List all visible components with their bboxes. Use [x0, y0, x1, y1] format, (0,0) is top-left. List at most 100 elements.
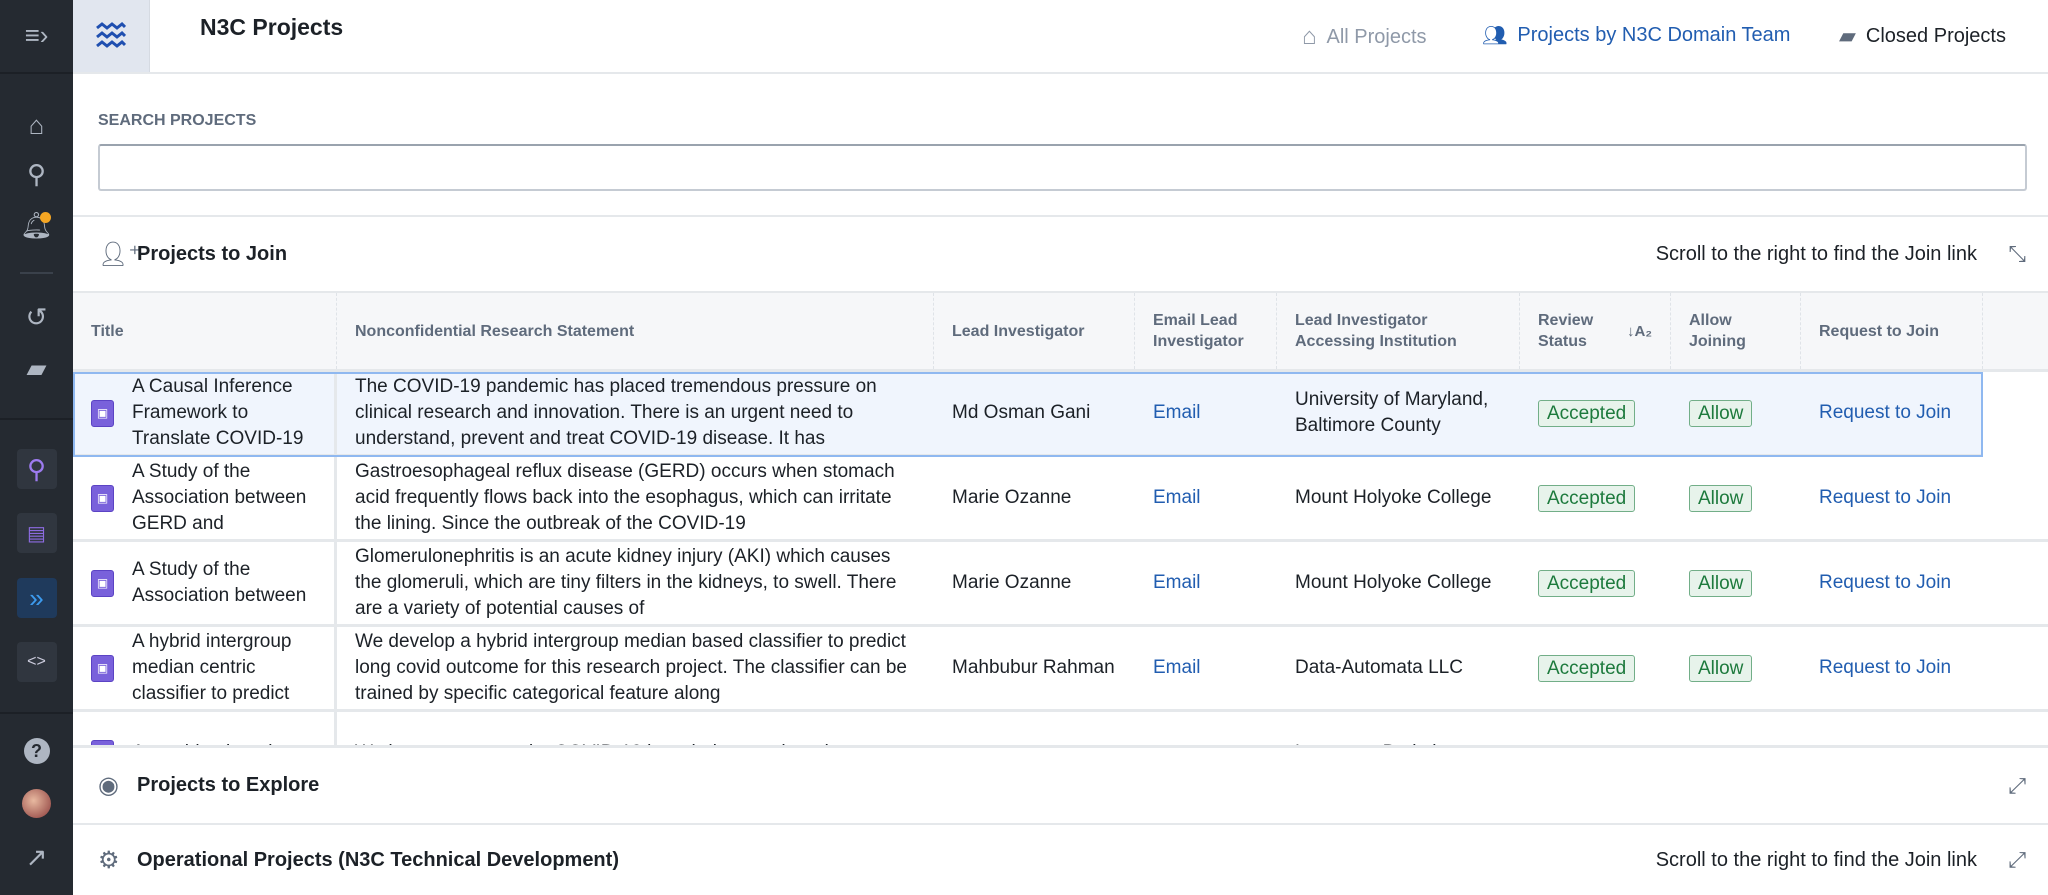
- status-cell: Accepted: [1520, 542, 1671, 624]
- page-title: N3C Projects: [200, 14, 344, 40]
- email-link[interactable]: Email: [1135, 542, 1277, 624]
- col-review-status[interactable]: Review Status ↓A₂: [1520, 293, 1671, 369]
- table-row[interactable]: ▣ A Study of the Association between GERD…: [73, 457, 2048, 542]
- sort-az-icon[interactable]: ↓A₂: [1627, 321, 1652, 342]
- table-row[interactable]: ▣ A Study of the Association between Glom…: [73, 542, 2048, 627]
- allow-badge: Allow: [1689, 399, 1753, 427]
- nav-closed-projects[interactable]: ▰ Closed Projects: [1839, 23, 2006, 49]
- section-title: Projects to Join: [137, 242, 288, 265]
- search-icon[interactable]: ⚲: [0, 159, 73, 189]
- email-link[interactable]: [1135, 712, 1277, 745]
- request-to-join-link[interactable]: Request to Join: [1801, 542, 1983, 624]
- title-cell[interactable]: ▣ A Study of the Association between GERD…: [73, 457, 337, 539]
- allow-cell: [1671, 712, 1801, 745]
- folder-icon[interactable]: ▰: [0, 353, 73, 383]
- email-link[interactable]: Email: [1135, 372, 1277, 454]
- institution-cell: Data-Automata LLC: [1295, 657, 1463, 678]
- request-to-join-link[interactable]: Request to Join: [1801, 627, 1983, 709]
- home-icon: ⌂: [1302, 23, 1317, 50]
- projects-to-join-header: 👤︎⁺ Projects to Join Scroll to the right…: [73, 215, 2048, 291]
- open-external-arrow-icon[interactable]: ↗: [0, 842, 73, 872]
- project-icon: ▣: [91, 569, 114, 597]
- gear-icon: ⚙: [98, 846, 120, 874]
- table-header: Title Nonconfidential Research Statement…: [73, 293, 2048, 372]
- lead-cell: Marie Ozanne: [952, 487, 1072, 508]
- folder-icon: ▰: [1839, 23, 1856, 48]
- institution-cell: Mount Holyoke College: [1295, 572, 1492, 593]
- table-row[interactable]: ▣ A hybrid intergroup median centric clas…: [73, 627, 2048, 712]
- app-layout-icon[interactable]: ▤: [0, 513, 73, 553]
- home-icon[interactable]: ⌂: [0, 110, 73, 140]
- user-avatar[interactable]: [0, 788, 73, 818]
- table-row[interactable]: ▣ A Causal Inference Framework to Transla…: [73, 372, 1983, 457]
- title-cell[interactable]: ▣ A Causal Inference Framework to Transla…: [73, 372, 337, 454]
- lead-cell: [934, 712, 1135, 745]
- request-to-join-link[interactable]: Request to Join: [1801, 457, 1983, 539]
- allow-cell: Allow: [1671, 457, 1801, 539]
- history-icon[interactable]: ↺: [0, 302, 73, 332]
- add-person-icon: 👤︎⁺: [98, 240, 142, 268]
- col-request[interactable]: Request to Join: [1801, 293, 1983, 369]
- title-cell[interactable]: ▣ A hybrid intergroup median centric clas…: [73, 627, 337, 709]
- people-icon: 👥︎: [1482, 25, 1508, 47]
- nav-all-projects[interactable]: ⌂ All Projects: [1302, 23, 1427, 51]
- statement-cell: The COVID-19 pandemic has placed tremend…: [355, 376, 877, 449]
- lead-cell: Md Osman Gani: [952, 402, 1091, 423]
- col-email[interactable]: Email Lead Investigator: [1135, 293, 1277, 369]
- title-cell[interactable]: ▣ A Study of the Association between: [73, 542, 337, 624]
- search-label: SEARCH PROJECTS: [98, 112, 257, 129]
- notifications-bell-icon[interactable]: 🔔︎: [0, 210, 73, 240]
- app-code-icon[interactable]: <>: [0, 642, 73, 682]
- section-title: Operational Projects (N3C Technical Deve…: [137, 848, 619, 871]
- expand-icon[interactable]: ⤢: [2008, 773, 2026, 799]
- request-to-join-link[interactable]: Request to Join: [1801, 372, 1983, 454]
- allow-cell: Allow: [1671, 627, 1801, 709]
- institution-cell: University of Maryland, Baltimore County: [1295, 389, 1489, 436]
- expand-menu-icon[interactable]: ≡›: [0, 20, 73, 50]
- status-badge: Accepted: [1538, 399, 1636, 427]
- help-icon[interactable]: ?: [0, 736, 73, 766]
- col-allow-joining[interactable]: Allow Joining: [1671, 293, 1801, 369]
- status-cell: Accepted: [1520, 457, 1671, 539]
- request-to-join-link[interactable]: [1801, 712, 1983, 745]
- status-cell: Accepted: [1520, 627, 1671, 709]
- status-badge: Accepted: [1538, 484, 1636, 512]
- collapse-icon[interactable]: ⤡: [2008, 241, 2026, 267]
- col-title[interactable]: Title: [73, 293, 337, 369]
- status-cell: [1520, 712, 1671, 745]
- institution-cell: Lawrence Berkeley: [1277, 712, 1520, 745]
- statement-cell: We develop a hybrid intergroup median ba…: [355, 631, 907, 704]
- allow-badge: Allow: [1689, 654, 1753, 682]
- email-link[interactable]: Email: [1135, 627, 1277, 709]
- status-badge: Accepted: [1538, 654, 1636, 682]
- allow-cell: Allow: [1671, 372, 1801, 454]
- allow-badge: Allow: [1689, 569, 1753, 597]
- app-search-icon[interactable]: ⚲: [0, 449, 73, 489]
- expand-icon[interactable]: ⤢: [2008, 847, 2026, 873]
- nav-projects-by-domain-team[interactable]: 👥︎ Projects by N3C Domain Team: [1482, 23, 1790, 48]
- projects-to-join-table: Title Nonconfidential Research Statement…: [73, 291, 2048, 745]
- status-cell: Accepted: [1520, 372, 1671, 454]
- col-statement[interactable]: Nonconfidential Research Statement: [337, 293, 934, 369]
- section-title: Projects to Explore: [137, 774, 320, 796]
- allow-cell: Allow: [1671, 542, 1801, 624]
- institution-cell: Mount Holyoke College: [1295, 487, 1492, 508]
- operational-projects-header: ⚙ Operational Projects (N3C Technical De…: [73, 823, 2048, 895]
- title-cell[interactable]: ▣A machine learning: [73, 712, 337, 745]
- n3c-waves-logo-icon[interactable]: [73, 0, 150, 72]
- lead-cell: Mahbubur Rahman: [952, 657, 1115, 678]
- email-link[interactable]: Email: [1135, 457, 1277, 539]
- col-institution[interactable]: Lead Investigator Accessing Institution: [1277, 293, 1520, 369]
- lead-cell: Marie Ozanne: [952, 572, 1072, 593]
- eye-icon: ◉: [98, 772, 119, 799]
- search-projects-input[interactable]: [98, 144, 2027, 191]
- table-row[interactable]: ▣A machine learning We have constructed …: [73, 712, 2048, 745]
- statement-cell: We have constructed a COVID-19 knowledge…: [337, 712, 934, 745]
- scroll-hint: Scroll to the right to find the Join lin…: [1655, 242, 1977, 265]
- col-lead[interactable]: Lead Investigator: [934, 293, 1135, 369]
- app-chevrons-icon[interactable]: »: [0, 578, 73, 618]
- projects-to-explore-header: ◉ Projects to Explore ⤢: [73, 745, 2048, 823]
- project-icon: ▣: [91, 399, 114, 427]
- header: N3C Projects ⌂ All Projects 👥︎ Projects by…: [73, 0, 2048, 74]
- allow-badge: Allow: [1689, 484, 1753, 512]
